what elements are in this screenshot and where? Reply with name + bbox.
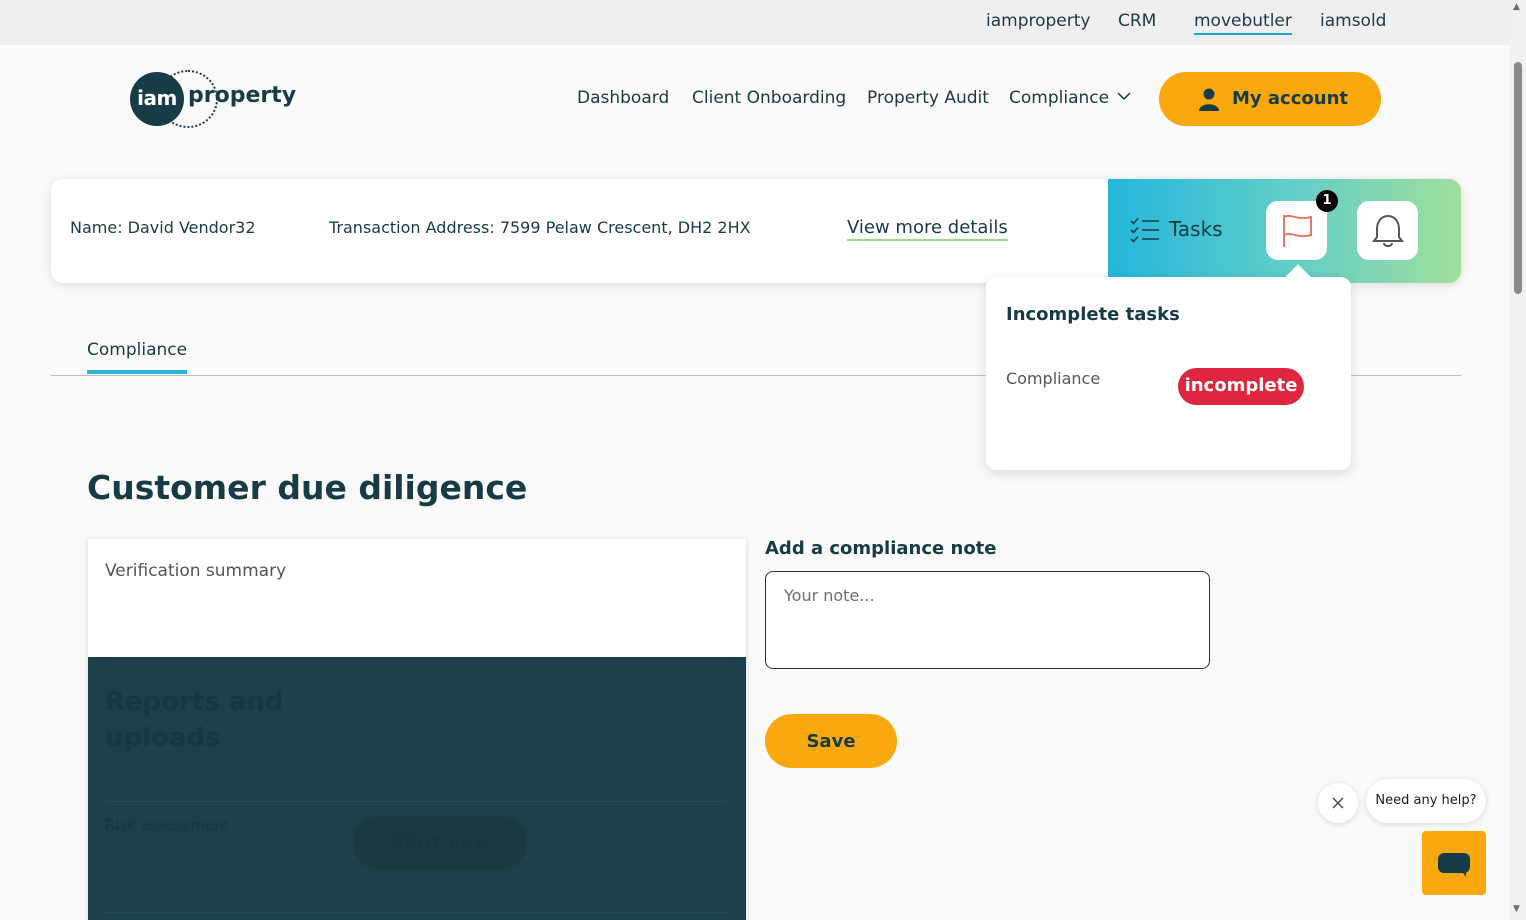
tasks-label: Tasks (1169, 217, 1223, 241)
nav-compliance[interactable]: Compliance (1009, 88, 1109, 108)
scroll-up-arrow-icon[interactable]: ▲ (1513, 2, 1520, 12)
transaction-address: Transaction Address: 7599 Pelaw Crescent… (329, 218, 751, 237)
bell-icon (1372, 214, 1404, 247)
transaction-info-card: Name: David Vendor32 Transaction Address… (51, 179, 1461, 283)
brand-link-movebutler[interactable]: movebutler (1194, 11, 1292, 35)
person-icon (1199, 88, 1219, 111)
client-name: Name: David Vendor32 (70, 218, 256, 237)
view-more-details-link[interactable]: View more details (847, 217, 1008, 241)
dropdown-title: Incomplete tasks (1006, 304, 1180, 325)
scrollbar-thumb[interactable] (1514, 62, 1522, 294)
chat-icon-tail (1460, 869, 1466, 877)
compliance-note-label: Add a compliance note (765, 538, 997, 559)
help-close-button[interactable] (1318, 783, 1358, 823)
section-divider (105, 912, 727, 913)
help-chat-button[interactable] (1422, 831, 1486, 895)
tab-compliance[interactable]: Compliance (87, 340, 188, 374)
flag-count-badge: 1 (1316, 190, 1338, 212)
task-name[interactable]: Compliance (1006, 369, 1100, 388)
scroll-down-arrow-icon[interactable]: ▼ (1513, 904, 1520, 914)
task-status-badge: incomplete (1178, 368, 1304, 405)
tasks-panel: Tasks (1108, 179, 1461, 283)
reports-uploads-section: Reports and uploads Risk assessment Star… (88, 657, 746, 920)
verification-summary-title: Verification summary (105, 561, 287, 581)
flag-tasks-button[interactable] (1266, 201, 1327, 260)
help-bubble[interactable]: Need any help? (1366, 779, 1486, 823)
nav-client-onboarding[interactable]: Client Onboarding (692, 88, 846, 108)
brand-link-crm[interactable]: CRM (1118, 11, 1156, 31)
compliance-note-field[interactable] (765, 571, 1210, 669)
save-button[interactable]: Save (765, 714, 897, 768)
start-now-button[interactable]: Start now (353, 816, 527, 870)
brand-link-iamsold[interactable]: iamsold (1320, 11, 1386, 31)
tab-divider-right (1351, 375, 1461, 376)
brand-switcher-bar: iamproperty CRM movebutler iamsold (0, 0, 1510, 45)
risk-assessment-label: Risk assessment (105, 816, 230, 834)
brand-link-iamproperty[interactable]: iamproperty (986, 11, 1090, 31)
page-title: Customer due diligence (87, 468, 528, 507)
tab-divider (51, 375, 986, 376)
notifications-button[interactable] (1357, 201, 1418, 260)
nav-property-audit[interactable]: Property Audit (867, 88, 989, 108)
logo-word: property (188, 83, 297, 108)
iamproperty-logo[interactable]: iam property (128, 70, 298, 128)
incomplete-tasks-dropdown: Incomplete tasks Compliance incomplete (986, 264, 1351, 470)
section-divider (105, 801, 727, 802)
my-account-label: My account (1232, 88, 1348, 109)
reports-uploads-title: Reports and uploads (105, 687, 284, 753)
chevron-down-icon[interactable] (1116, 88, 1132, 104)
my-account-button[interactable]: My account (1159, 72, 1381, 126)
page-scrollbar[interactable]: ▲ ▼ (1510, 0, 1526, 920)
nav-dashboard[interactable]: Dashboard (577, 88, 669, 108)
close-icon (1332, 797, 1344, 809)
verification-card: Verification summary Reports and uploads… (88, 539, 746, 920)
tasks-list-icon (1130, 217, 1159, 243)
flag-icon (1283, 214, 1312, 247)
logo-badge: iam (130, 72, 184, 126)
